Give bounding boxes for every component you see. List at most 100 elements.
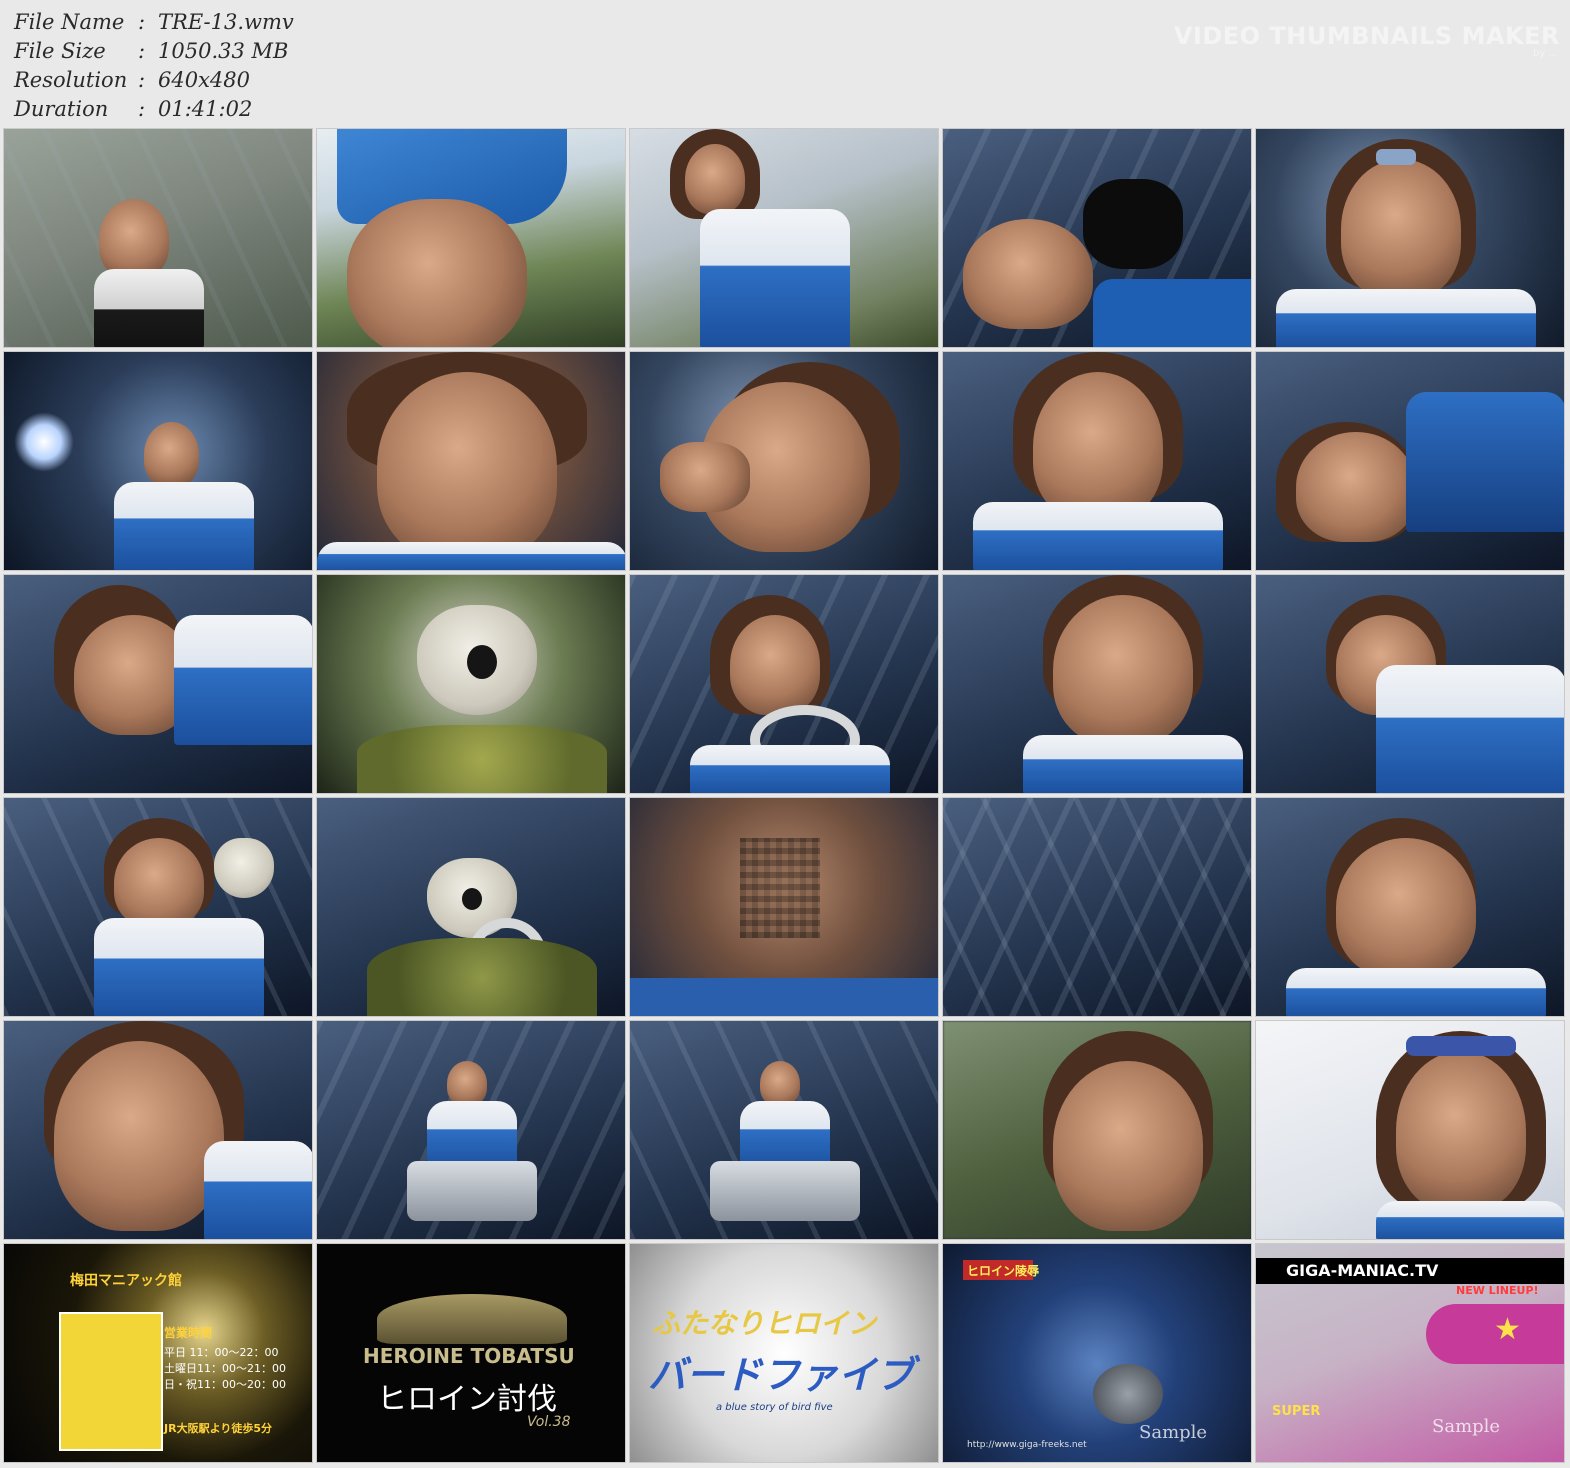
figure-body: [1376, 665, 1564, 793]
figure-face: [114, 838, 204, 928]
hours-title: 営業時間: [164, 1326, 213, 1340]
thumbnail-17[interactable]: [316, 797, 626, 1017]
figure-body: [690, 745, 890, 793]
file-info-panel: File Name : TRE-13.wmv File Size : 1050.…: [14, 8, 294, 124]
resolution-label: Resolution: [14, 68, 128, 92]
giga-banner: GIGA-MANIAC.TV: [1286, 1261, 1439, 1280]
thumbnail-3[interactable]: [629, 128, 939, 348]
figure-body: [973, 502, 1223, 570]
monster-body: [357, 725, 607, 793]
logo-vol: Vol.38: [527, 1414, 571, 1430]
thumbnail-29[interactable]: ヒロイン陵辱 Sample http://www.giga-freeks.net: [942, 1243, 1252, 1463]
logo-jp: ヒロイン討伐: [377, 1382, 557, 1417]
thumbnail-grid: 梅田マニアック館 営業時間 平日 11：00〜22：00 土曜日11：00〜21…: [3, 128, 1566, 1464]
hours-line-2: 土曜日11：00〜21：00: [164, 1362, 286, 1375]
hours-line-3: 日・祝11：00〜20：00: [164, 1378, 286, 1391]
glove-shape: [1083, 179, 1183, 269]
thumbnail-16[interactable]: [3, 797, 313, 1017]
thumbnail-22[interactable]: [316, 1020, 626, 1240]
figure-body: [317, 542, 625, 570]
thumbnail-10[interactable]: [1255, 351, 1565, 571]
thumbnail-11[interactable]: [3, 574, 313, 794]
map-icon: [59, 1312, 163, 1451]
resolution-value: 640x480: [158, 68, 251, 92]
cage-overlay-2: [943, 798, 1251, 1016]
duration-value: 01:41:02: [158, 97, 253, 121]
mosaic-censor: [740, 838, 820, 938]
figure-head: [447, 1061, 487, 1106]
thumbnail-30[interactable]: GIGA-MANIAC.TV NEW LINEUP! ★ SUPER Sampl…: [1255, 1243, 1565, 1463]
thumbnail-24[interactable]: [942, 1020, 1252, 1240]
resolution-row: Resolution : 640x480: [14, 66, 294, 95]
figure-body: [1023, 735, 1243, 793]
title-line-2: バードファイブ: [648, 1353, 915, 1397]
separator: :: [138, 97, 146, 121]
thumbnail-28[interactable]: ふたなりヒロイン バードファイブ a blue story of bird fi…: [629, 1243, 939, 1463]
skull-mask-icon: [214, 838, 274, 898]
thumbnail-12[interactable]: [316, 574, 626, 794]
figure-body: [94, 918, 264, 1016]
thumbnail-7[interactable]: [316, 351, 626, 571]
thumbnail-13[interactable]: [629, 574, 939, 794]
figure-body: [1376, 1201, 1564, 1239]
thumbnail-27[interactable]: HEROINE TOBATSU ヒロイン討伐 Vol.38: [316, 1243, 626, 1463]
star-icon: ★: [1494, 1312, 1521, 1347]
skull-eye: [462, 888, 482, 910]
figure-body: [114, 482, 254, 570]
skirt-shape: [1093, 279, 1251, 347]
store-title: 梅田マニアック館: [70, 1273, 182, 1289]
emblem-icon: [1093, 1364, 1163, 1424]
hours-line-1: 平日 11：00〜22：00: [164, 1346, 279, 1359]
thumbnail-9[interactable]: [942, 351, 1252, 571]
separator: :: [138, 39, 146, 63]
thumbnail-20[interactable]: [1255, 797, 1565, 1017]
title-subtitle: a blue story of bird five: [716, 1402, 833, 1413]
thumbnail-15[interactable]: [1255, 574, 1565, 794]
watermark-title: VIDEO THUMBNAILS MAKER: [1173, 22, 1560, 50]
figure-face: [1341, 159, 1461, 299]
figure-face: [730, 615, 820, 715]
figure-body: [1406, 392, 1564, 532]
figure-head: [685, 144, 745, 214]
logo-en: HEROINE TOBATSU: [363, 1344, 575, 1368]
figure-leg: [963, 219, 1093, 329]
file-name-row: File Name : TRE-13.wmv: [14, 8, 294, 37]
file-name-label: File Name: [14, 10, 125, 34]
light-flare: [14, 412, 74, 472]
thumbnail-25[interactable]: [1255, 1020, 1565, 1240]
thumbnail-21[interactable]: [3, 1020, 313, 1240]
figure-face: [1296, 432, 1416, 542]
thumbnail-4[interactable]: [942, 128, 1252, 348]
thumbnail-1[interactable]: [3, 128, 313, 348]
skull-eye: [467, 645, 497, 679]
thumbnail-2[interactable]: [316, 128, 626, 348]
figure-body: [1276, 289, 1536, 347]
figure-body: [94, 269, 204, 347]
thumbnail-19[interactable]: [942, 797, 1252, 1017]
figure-body: [174, 615, 312, 745]
thumbnail-5[interactable]: [1255, 128, 1565, 348]
figure-body: [1286, 968, 1546, 1016]
thumbnail-sheet: File Name : TRE-13.wmv File Size : 1050.…: [0, 0, 1570, 1468]
figure-face: [1336, 838, 1476, 978]
thumbnail-8[interactable]: [629, 351, 939, 571]
thumbnail-23[interactable]: [629, 1020, 939, 1240]
thumbnail-18[interactable]: [629, 797, 939, 1017]
watermark-subtitle: by ...: [1533, 48, 1558, 59]
figure-body: [347, 199, 527, 347]
super-label: SUPER: [1272, 1404, 1321, 1419]
sample-label: Sample: [1432, 1416, 1501, 1437]
boots-shape: [407, 1161, 537, 1221]
figure-body: [204, 1141, 312, 1239]
file-name-value: TRE-13.wmv: [158, 10, 294, 34]
skirt-shape: [630, 978, 938, 1016]
figure-head: [760, 1061, 800, 1106]
title-line-1: ふたなりヒロイン: [652, 1307, 877, 1340]
file-size-row: File Size : 1050.33 MB: [14, 37, 294, 66]
thumbnail-6[interactable]: [3, 351, 313, 571]
thumbnail-14[interactable]: [942, 574, 1252, 794]
thumbnail-26[interactable]: 梅田マニアック館 営業時間 平日 11：00〜22：00 土曜日11：00〜21…: [3, 1243, 313, 1463]
file-size-label: File Size: [14, 39, 106, 63]
figure-face: [1053, 595, 1193, 745]
heroine-badge: ヒロイン陵辱: [967, 1264, 1040, 1278]
